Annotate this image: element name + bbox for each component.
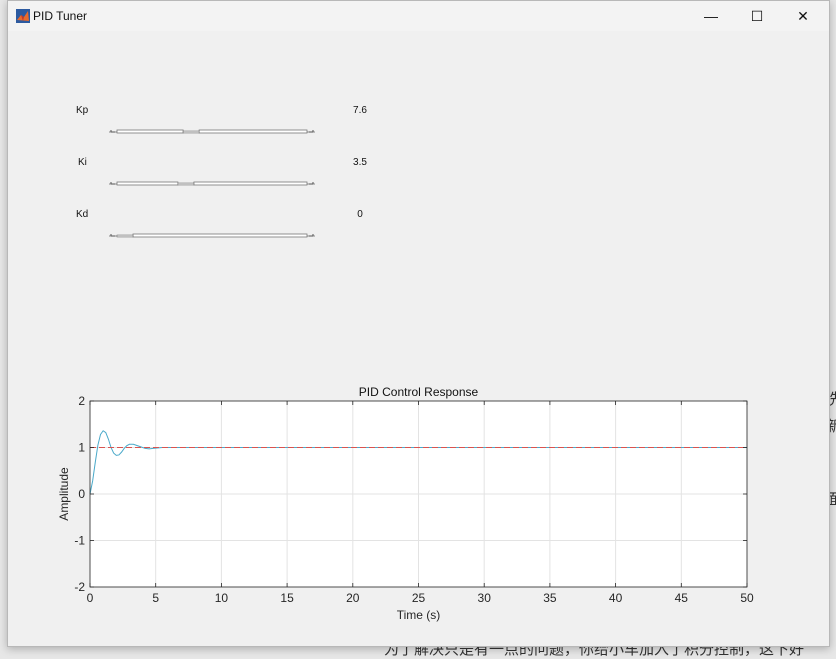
y-tick-label: 0 [78, 487, 85, 501]
response-chart: 0 5 10 15 20 25 30 35 40 45 50 -2 -1 0 1 2 PID Control R… [57, 385, 754, 622]
x-tick-label: 50 [740, 591, 754, 605]
x-axis-label: Time (s) [397, 608, 441, 622]
x-tick-label: 40 [609, 591, 623, 605]
y-tick-label: -1 [74, 534, 85, 548]
x-tick-label: 45 [675, 591, 689, 605]
x-tick-label: 35 [543, 591, 557, 605]
x-tick-label: 20 [346, 591, 360, 605]
x-tick-label: 10 [215, 591, 229, 605]
pid-tuner-window: PID Tuner — ☐ ✕ Kp 7.6 Ki 3.5 Kd 0 0 5 10 1… [7, 0, 830, 647]
y-tick-label: 2 [78, 394, 85, 408]
x-tick-label: 15 [280, 591, 294, 605]
y-tick-label: 1 [78, 441, 85, 455]
y-tick-label: -2 [74, 580, 85, 594]
x-tick-label: 25 [412, 591, 426, 605]
x-tick-label: 30 [478, 591, 492, 605]
y-axis-label: Amplitude [57, 467, 71, 521]
x-tick-label: 0 [87, 591, 94, 605]
x-tick-label: 5 [152, 591, 159, 605]
chart-title: PID Control Response [359, 385, 479, 399]
